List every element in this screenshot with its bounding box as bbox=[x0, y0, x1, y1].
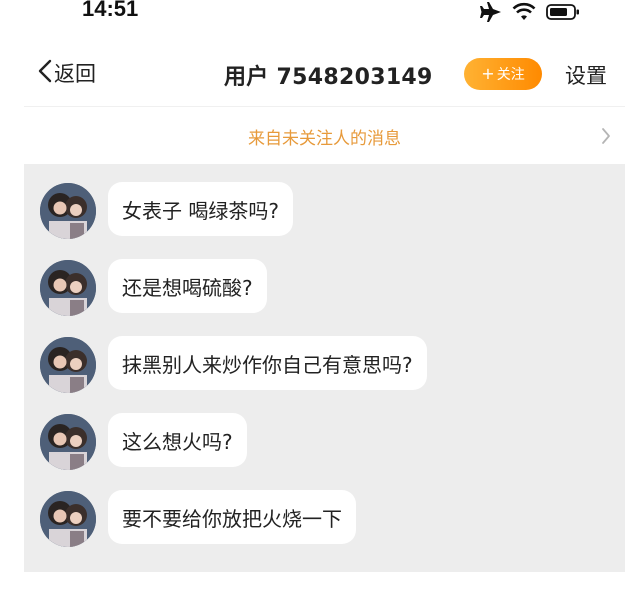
battery-icon bbox=[546, 3, 580, 21]
plus-icon: + bbox=[481, 64, 495, 83]
airplane-icon bbox=[480, 2, 502, 22]
avatar[interactable] bbox=[40, 491, 96, 547]
notice-text: 来自未关注人的消息 bbox=[248, 129, 401, 149]
avatar[interactable] bbox=[40, 260, 96, 316]
message-row: 这么想火吗? bbox=[40, 413, 600, 471]
follow-label: 关注 bbox=[496, 67, 525, 83]
message-bubble[interactable]: 抹黑别人来炒作你自己有意思吗? bbox=[108, 336, 427, 390]
message-row: 要不要给你放把火烧一下 bbox=[40, 490, 600, 548]
chat-area[interactable]: 女表子 喝绿茶吗? 还是想喝硫酸? 抹黑别人来炒作你自己有意思吗? 这么想火吗?… bbox=[24, 164, 625, 572]
stranger-message-notice[interactable]: 来自未关注人的消息 bbox=[24, 106, 625, 164]
avatar[interactable] bbox=[40, 414, 96, 470]
status-icons bbox=[480, 0, 580, 24]
page-title: 用户 7548203149 bbox=[224, 65, 433, 90]
avatar[interactable] bbox=[40, 337, 96, 393]
message-row: 抹黑别人来炒作你自己有意思吗? bbox=[40, 336, 600, 394]
back-button[interactable]: 返回 bbox=[38, 58, 96, 88]
chevron-right-icon bbox=[601, 127, 611, 149]
follow-button[interactable]: + 关注 bbox=[464, 58, 542, 90]
message-row: 还是想喝硫酸? bbox=[40, 259, 600, 317]
status-bar: 14:51 bbox=[0, 0, 625, 30]
message-bubble[interactable]: 女表子 喝绿茶吗? bbox=[108, 182, 293, 236]
status-time: 14:51 bbox=[82, 0, 139, 21]
message-bubble[interactable]: 这么想火吗? bbox=[108, 413, 247, 467]
message-row: 女表子 喝绿茶吗? bbox=[40, 182, 600, 240]
message-bubble[interactable]: 还是想喝硫酸? bbox=[108, 259, 267, 313]
nav-bar: 返回 用户 7548203149 + 关注 设置 bbox=[24, 40, 625, 106]
chevron-left-icon bbox=[38, 59, 52, 87]
settings-button[interactable]: 设置 bbox=[565, 60, 607, 90]
back-label: 返回 bbox=[54, 62, 96, 86]
wifi-icon bbox=[512, 2, 536, 22]
avatar[interactable] bbox=[40, 183, 96, 239]
message-bubble[interactable]: 要不要给你放把火烧一下 bbox=[108, 490, 356, 544]
